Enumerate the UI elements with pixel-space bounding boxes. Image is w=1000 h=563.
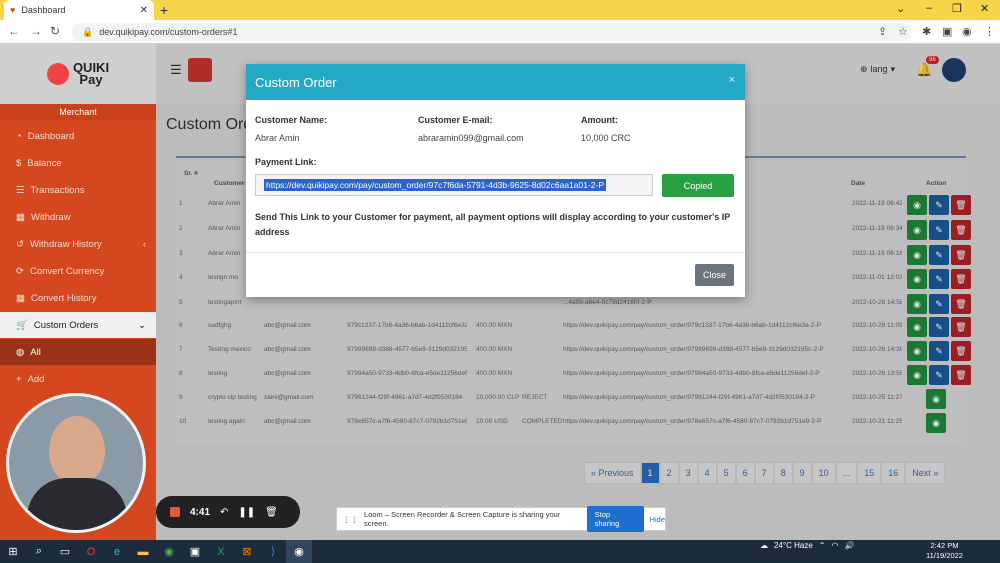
tab-search-icon[interactable]: ⌄ [896, 2, 905, 15]
file-explorer-icon[interactable]: ▬ [130, 540, 156, 563]
sidebar-item-convert-history[interactable]: ▦ Convert History [0, 285, 156, 311]
customer-email-label: Customer E-mail: [418, 115, 493, 125]
custom-order-modal: Custom Order × Customer Name: Abrar Amin… [246, 64, 745, 297]
plus-icon: + [16, 373, 22, 385]
sidebar-item-convert-currency[interactable]: ⟳ Convert Currency [0, 258, 156, 284]
vscode-icon[interactable]: ⟩ [260, 540, 286, 563]
tab-title: Dashboard [21, 5, 66, 15]
sidebar-item-dashboard[interactable]: ◔ Dashboard [0, 123, 156, 149]
chrome-icon[interactable]: ◉ [156, 540, 182, 563]
xampp-icon[interactable]: ⊠ [234, 540, 260, 563]
chevron-down-icon: ⌄ [138, 319, 146, 331]
modal-header: Custom Order [246, 64, 745, 100]
logo-mark-icon [46, 63, 69, 85]
url-text: dev.quikipay.com/custom-orders#1 [99, 27, 238, 37]
recorder-controls: 4:41 ↶ ❚❚ 🗑 [156, 496, 300, 528]
stop-sharing-button[interactable]: Stop sharing [586, 506, 644, 532]
drag-handle-icon[interactable]: ⋮⋮ [343, 515, 358, 524]
globe-icon: ◍ [16, 346, 25, 358]
amount-label: Amount: [581, 115, 618, 125]
undo-icon[interactable]: ↶ [220, 507, 228, 518]
system-tray: ☁ 24°C Haze ⌃ ◠ 🔊 [760, 541, 854, 550]
close-button[interactable]: Close [695, 264, 734, 286]
webcam-body [27, 478, 127, 530]
profile-avatar[interactable]: ◉ [962, 25, 972, 38]
webcam-bubble[interactable] [6, 393, 146, 533]
back-icon[interactable]: ← [8, 24, 20, 38]
windows-start-icon[interactable]: ⊞ [0, 540, 26, 563]
loom-share-bar: ⋮⋮ Loom – Screen Recorder & Screen Captu… [336, 506, 666, 532]
close-window-icon[interactable]: ✕ [980, 2, 989, 15]
history-icon: ↺ [16, 238, 24, 250]
payment-link-text: https://dev.quikipay.com/pay/custom_orde… [264, 179, 607, 191]
table-icon: ▦ [16, 211, 25, 223]
cart-icon: 🛒 [16, 319, 28, 331]
webcam-face [49, 416, 105, 486]
stop-recording-button[interactable] [170, 507, 180, 517]
payment-link-label: Payment Link: [255, 157, 317, 167]
sidebar-item-custom-orders[interactable]: 🛒 Custom Orders ⌄ [0, 312, 156, 338]
extensions-icon[interactable]: ✱ [922, 25, 931, 38]
volume-icon[interactable]: 🔊 [844, 541, 854, 550]
payment-link-field[interactable]: https://dev.quikipay.com/pay/custom_orde… [255, 174, 653, 196]
excel-icon[interactable]: X [208, 540, 234, 563]
weather-icon: ☁ [760, 541, 768, 550]
menu-kebab-icon[interactable]: ⋮ [984, 25, 995, 38]
customer-name-value: Abrar Amin [255, 133, 300, 143]
browser-tab[interactable]: ♥ Dashboard ✕ [4, 0, 154, 20]
dashboard-icon: ◔ [16, 130, 22, 142]
payment-instructions: Send This Link to your Customer for paym… [255, 212, 731, 237]
pause-icon[interactable]: ❚❚ [238, 507, 255, 518]
modal-close-icon[interactable]: × [729, 74, 735, 86]
modal-footer-divider [246, 252, 745, 253]
weather-text[interactable]: 24°C Haze [774, 541, 813, 550]
hide-button[interactable]: Hide [650, 515, 665, 524]
taskbar-clock[interactable]: 2:42 PM 11/19/2022 [926, 541, 963, 561]
new-tab-button[interactable]: + [160, 2, 168, 18]
opera-icon[interactable]: O [78, 540, 104, 563]
favicon-icon: ♥ [10, 5, 16, 15]
recording-timer: 4:41 [190, 506, 211, 518]
convert-icon: ⟳ [16, 265, 24, 277]
chevron-left-icon: ‹ [142, 238, 146, 250]
url-field[interactable]: 🔒 dev.quikipay.com/custom-orders#1 [72, 23, 912, 41]
store-icon[interactable]: ▣ [182, 540, 208, 563]
task-view-icon[interactable]: ▭ [52, 540, 78, 563]
reload-icon[interactable]: ↻ [50, 24, 60, 38]
sidebar-item-withdraw[interactable]: ▦ Withdraw [0, 204, 156, 230]
chevron-up-icon[interactable]: ⌃ [819, 541, 826, 550]
edge-icon[interactable]: e [104, 540, 130, 563]
clock-date: 11/19/2022 [926, 551, 963, 560]
wifi-icon[interactable]: ◠ [831, 541, 838, 550]
copied-button[interactable]: Copied [662, 174, 734, 197]
dollar-icon: $ [16, 157, 22, 169]
search-icon[interactable]: ⌕ [26, 540, 52, 563]
sidebar-item-balance[interactable]: $ Balance [0, 150, 156, 176]
sidebar-heading: Merchant [0, 104, 156, 120]
sidebar-item-add[interactable]: + Add [0, 366, 156, 392]
close-tab-icon[interactable]: ✕ [140, 5, 148, 16]
share-icon[interactable]: ⇪ [878, 25, 887, 38]
clock-time: 2:42 PM [930, 541, 959, 550]
sidebar-item-transactions[interactable]: ☰ Transactions [0, 177, 156, 203]
chrome-active-icon[interactable]: ◉ [286, 540, 312, 563]
list-icon: ☰ [16, 184, 25, 196]
customer-name-label: Customer Name: [255, 115, 328, 125]
sidebar-item-all[interactable]: ◍ All [0, 339, 156, 365]
table-icon: ▦ [16, 292, 25, 304]
lock-icon: 🔒 [82, 26, 94, 37]
sidebar-item-withdraw-history[interactable]: ↺ Withdraw History ‹ [0, 231, 156, 257]
restore-icon[interactable]: ❐ [952, 2, 962, 15]
loom-share-text: Loom – Screen Recorder & Screen Capture … [364, 510, 561, 528]
logo-text-line2: Pay [79, 72, 103, 87]
sidepanel-icon[interactable]: ▣ [942, 25, 952, 38]
modal-title: Custom Order [255, 74, 337, 90]
app-logo[interactable]: QUIKI Pay [0, 44, 156, 104]
amount-value: 10,000 CRC [581, 133, 631, 143]
minimize-icon[interactable]: – [926, 2, 932, 14]
customer-email-value: abraramin099@gmail.com [418, 133, 524, 143]
bookmark-star-icon[interactable]: ☆ [898, 25, 908, 38]
forward-icon[interactable]: → [30, 24, 42, 38]
trash-icon[interactable]: 🗑 [265, 507, 278, 518]
